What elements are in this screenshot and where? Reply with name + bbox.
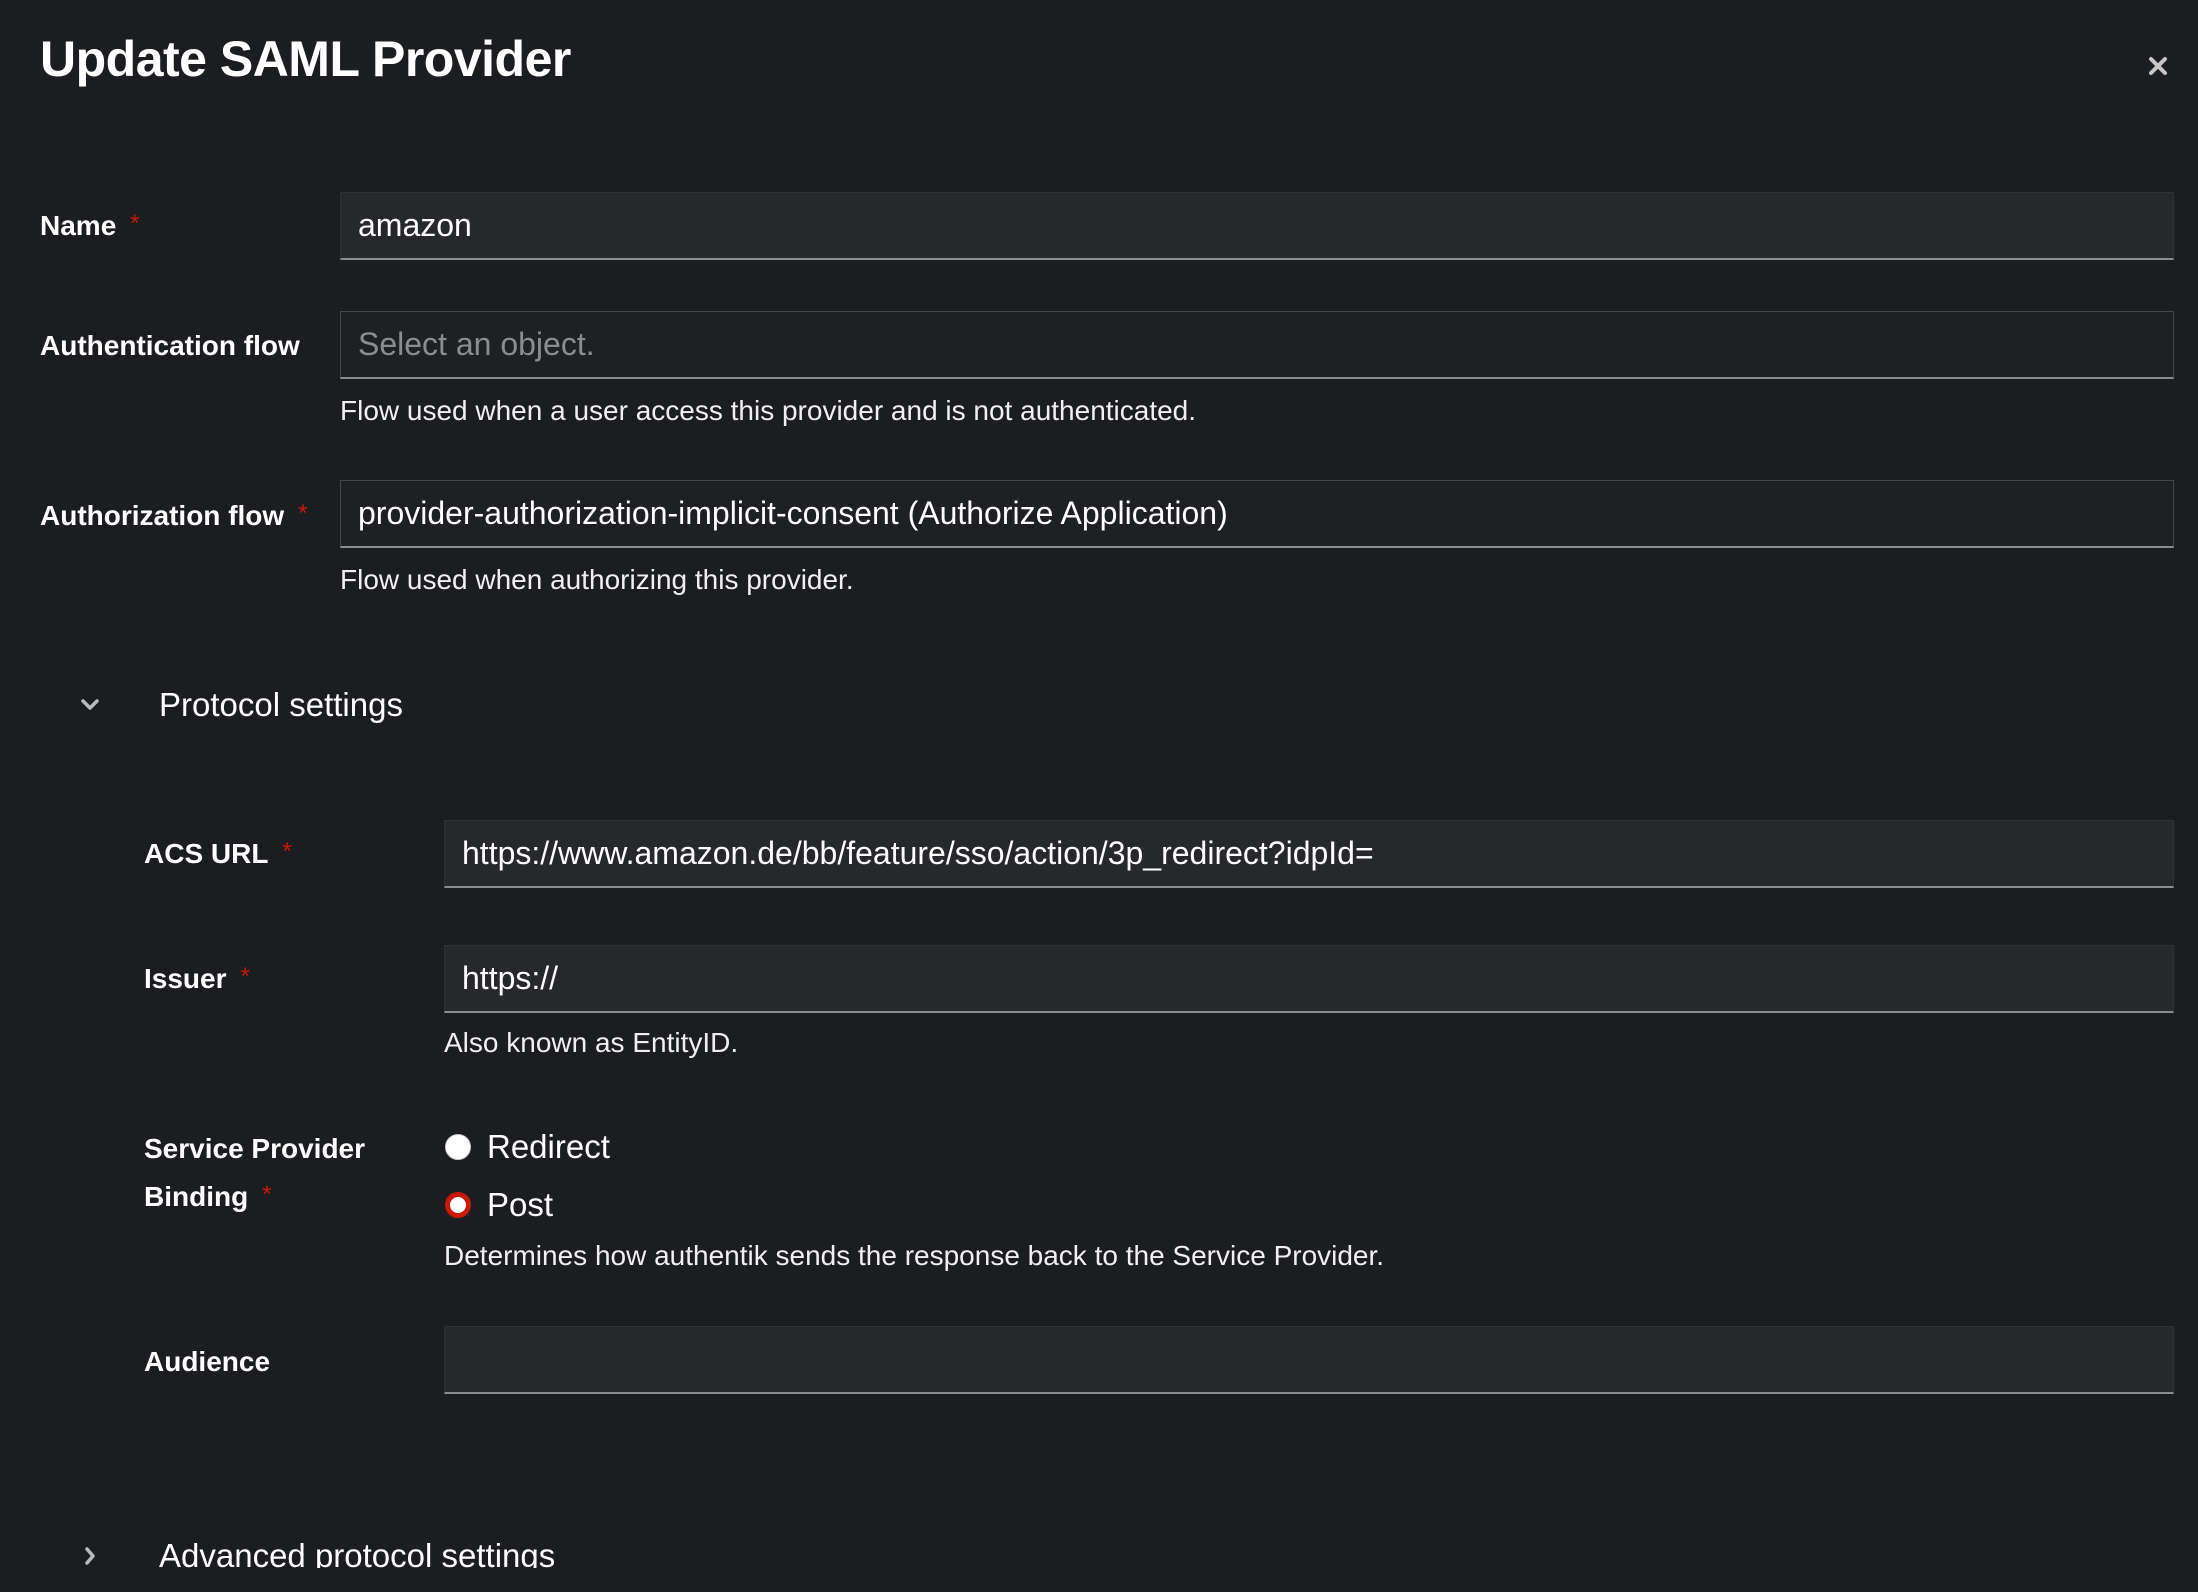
- modal-title: Update SAML Provider: [40, 31, 571, 87]
- issuer-value: https://: [462, 960, 559, 996]
- authorization-flow-helper: Flow used when authorizing this provider…: [340, 564, 854, 595]
- authorization-flow-label: Authorization flow *: [40, 500, 308, 531]
- scroll-clip: [0, 1568, 2198, 1592]
- acs-url-label: ACS URL *: [144, 838, 292, 869]
- authentication-flow-helper: Flow used when a user access this provid…: [340, 395, 1197, 426]
- issuer-label: Issuer *: [144, 963, 250, 994]
- binding-label-line2: Binding *: [144, 1181, 272, 1212]
- required-marker: *: [282, 838, 292, 865]
- binding-option-redirect[interactable]: Redirect: [445, 1128, 610, 1166]
- authentication-flow-select[interactable]: Select an object.: [340, 311, 2174, 379]
- binding-option-post[interactable]: Post: [445, 1186, 553, 1224]
- required-marker: *: [298, 500, 308, 527]
- radio-checked[interactable]: [445, 1192, 471, 1218]
- name-label: Name *: [40, 210, 140, 241]
- binding-option-label: Post: [487, 1186, 554, 1223]
- required-marker: *: [130, 210, 140, 237]
- authorization-flow-select[interactable]: provider-authorization-implicit-consent …: [340, 480, 2174, 548]
- audience-label: Audience: [144, 1346, 271, 1377]
- protocol-settings-toggle[interactable]: Protocol settings: [75, 686, 403, 724]
- name-input[interactable]: amazon: [340, 192, 2174, 260]
- radio-unchecked[interactable]: [445, 1134, 471, 1160]
- acs-url-value: https://www.amazon.de/bb/feature/sso/act…: [462, 835, 1374, 871]
- binding-helper: Determines how authentik sends the respo…: [444, 1240, 1385, 1271]
- issuer-helper: Also known as EntityID.: [444, 1027, 739, 1058]
- acs-url-input[interactable]: https://www.amazon.de/bb/feature/sso/act…: [444, 820, 2174, 888]
- chevron-down-icon: [75, 690, 105, 720]
- issuer-input[interactable]: https://: [444, 945, 2174, 1013]
- audience-input[interactable]: [444, 1326, 2174, 1394]
- required-marker: *: [262, 1181, 272, 1208]
- protocol-settings-title: Protocol settings: [159, 686, 403, 723]
- authentication-flow-placeholder: Select an object.: [358, 326, 595, 362]
- close-icon: [2138, 46, 2178, 86]
- binding-option-label: Redirect: [487, 1128, 610, 1165]
- authentication-flow-label: Authentication flow: [40, 330, 300, 361]
- authorization-flow-value: provider-authorization-implicit-consent …: [358, 495, 1228, 531]
- chevron-right-icon: [75, 1541, 105, 1571]
- update-saml-provider-modal: Update SAML Provider Name * amazon Authen…: [0, 0, 2198, 1592]
- binding-label-line1: Service Provider: [144, 1133, 366, 1164]
- required-marker: *: [240, 963, 250, 990]
- name-input-value: amazon: [358, 207, 472, 243]
- close-button[interactable]: [2138, 46, 2178, 86]
